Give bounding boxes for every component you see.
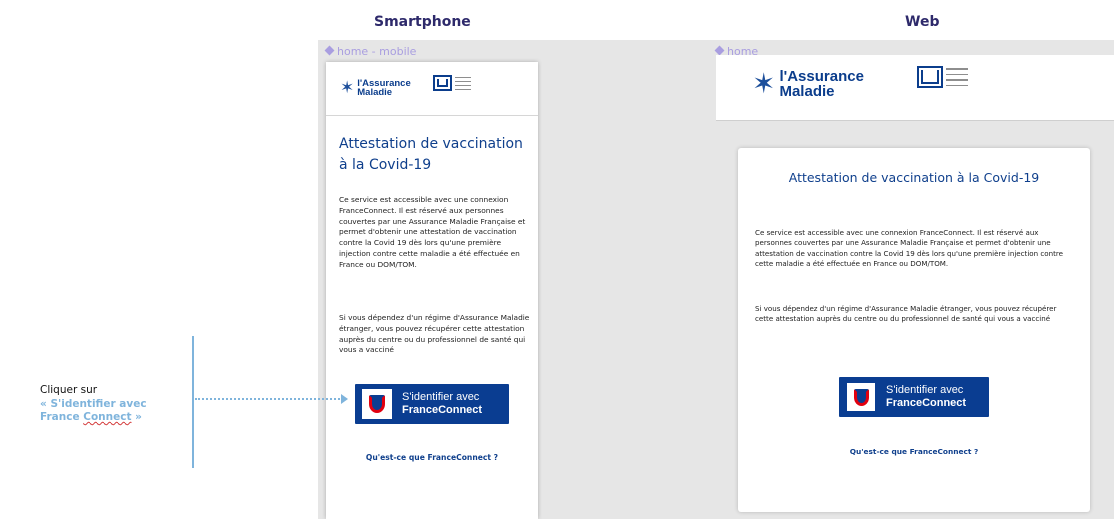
franceconnect-icon xyxy=(847,383,875,411)
runner-figure-icon: ✶ xyxy=(752,67,776,100)
arrow-right-icon xyxy=(341,394,348,404)
mockup-board: Smartphone Web home - mobile home ✶ l'As… xyxy=(0,0,1114,519)
franceconnect-button[interactable]: S'identifier avec FranceConnect xyxy=(839,377,989,417)
franceconnect-icon xyxy=(362,389,392,419)
foreign-regime-note: Si vous dépendez d'un régime d'Assurance… xyxy=(755,304,1057,324)
web-content-card: Attestation de vaccination à la Covid-19… xyxy=(738,148,1090,512)
assurance-maladie-logo[interactable]: ✶ l'Assurance Maladie xyxy=(340,78,411,98)
component-icon xyxy=(714,45,725,56)
sf-mark-icon xyxy=(917,66,943,88)
mobile-frame: ✶ l'Assurance Maladie Attestation de vac… xyxy=(326,62,538,519)
mobile-frame-label: home - mobile xyxy=(324,45,416,58)
web-column-title: Web xyxy=(905,14,940,30)
component-icon xyxy=(324,45,335,56)
smartphone-column-title: Smartphone xyxy=(374,14,471,30)
annotation-connector xyxy=(195,398,343,400)
franceconnect-info-link[interactable]: Qu'est-ce que FranceConnect ? xyxy=(738,447,1090,456)
franceconnect-button[interactable]: S'identifier avec FranceConnect xyxy=(355,384,509,424)
sante-famille-logo xyxy=(917,66,968,88)
annotation-bracket xyxy=(192,336,194,468)
sante-famille-logo xyxy=(433,75,471,91)
runner-figure-icon: ✶ xyxy=(340,78,355,98)
service-description: Ce service est accessible avec une conne… xyxy=(339,195,526,269)
foreign-regime-note: Si vous dépendez d'un régime d'Assurance… xyxy=(339,313,530,355)
web-header: ✶ l'Assurance Maladie xyxy=(716,55,1114,121)
assurance-maladie-logo[interactable]: ✶ l'Assurance Maladie xyxy=(752,67,864,100)
mobile-header: ✶ l'Assurance Maladie xyxy=(326,62,538,116)
page-title: Attestation de vaccination à la Covid-19 xyxy=(339,136,523,173)
franceconnect-info-link[interactable]: Qu'est-ce que FranceConnect ? xyxy=(326,453,538,462)
page-title: Attestation de vaccination à la Covid-19 xyxy=(788,170,1040,185)
sf-mark-icon xyxy=(433,75,452,91)
service-description: Ce service est accessible avec une conne… xyxy=(755,228,1064,269)
annotation-instruction: Cliquer sur « S'identifier avec France C… xyxy=(40,384,147,423)
